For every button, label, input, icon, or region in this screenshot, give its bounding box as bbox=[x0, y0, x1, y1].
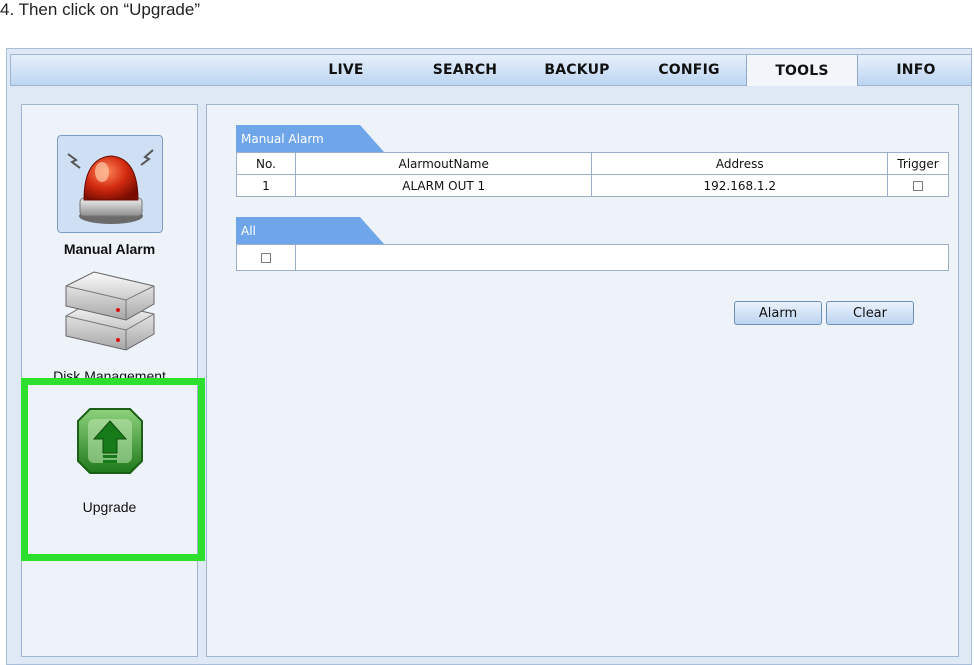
tab-info[interactable]: INFO bbox=[871, 55, 961, 85]
all-table bbox=[236, 244, 949, 271]
table-header-row: No. AlarmoutName Address Trigger bbox=[236, 152, 949, 175]
column-trigger-header: Trigger bbox=[887, 152, 949, 175]
tab-tools[interactable]: TOOLS bbox=[746, 55, 858, 86]
siren-icon bbox=[67, 149, 154, 224]
upgrade-highlight-box bbox=[21, 378, 205, 561]
hard-drive-stack-icon bbox=[65, 271, 155, 351]
clear-button[interactable]: Clear bbox=[826, 301, 914, 325]
row-trigger-cell bbox=[887, 174, 949, 197]
alarm-button[interactable]: Alarm bbox=[734, 301, 822, 325]
all-section-header: All bbox=[236, 217, 386, 244]
disk-management-label-clip: Disk Management bbox=[21, 368, 198, 378]
table-row bbox=[236, 244, 949, 271]
all-checkbox-cell bbox=[236, 244, 296, 271]
manual-alarm-section-title: Manual Alarm bbox=[241, 132, 324, 146]
all-section-title: All bbox=[241, 224, 256, 238]
row-name-cell: ALARM OUT 1 bbox=[294, 174, 593, 197]
trigger-checkbox[interactable] bbox=[913, 181, 923, 191]
column-address-header: Address bbox=[591, 152, 888, 175]
all-empty-cell bbox=[295, 244, 949, 271]
sidebar-item-manual-alarm-label: Manual Alarm bbox=[63, 241, 156, 257]
select-all-checkbox[interactable] bbox=[261, 253, 271, 263]
tab-backup[interactable]: BACKUP bbox=[527, 55, 627, 85]
top-nav-bar: LIVE SEARCH BACKUP CONFIG TOOLS INFO bbox=[10, 54, 972, 86]
row-no-cell: 1 bbox=[236, 174, 296, 197]
row-address-cell: 192.168.1.2 bbox=[591, 174, 888, 197]
manual-alarm-table: No. AlarmoutName Address Trigger 1 ALARM… bbox=[236, 152, 949, 197]
manual-alarm-button[interactable] bbox=[57, 135, 163, 233]
tab-config[interactable]: CONFIG bbox=[639, 55, 739, 85]
section-tab-shape bbox=[236, 217, 384, 244]
column-no-header: No. bbox=[236, 152, 296, 175]
tab-search[interactable]: SEARCH bbox=[415, 55, 515, 85]
tab-live[interactable]: LIVE bbox=[309, 55, 383, 85]
sidebar-item-disk-management-label: Disk Management bbox=[53, 368, 166, 378]
manual-alarm-section-header: Manual Alarm bbox=[236, 125, 386, 152]
instruction-caption: 4. Then click on “Upgrade” bbox=[0, 0, 201, 19]
disk-management-button[interactable] bbox=[60, 270, 160, 358]
table-row: 1 ALARM OUT 1 192.168.1.2 bbox=[236, 174, 949, 197]
column-alarmoutname-header: AlarmoutName bbox=[294, 152, 593, 175]
